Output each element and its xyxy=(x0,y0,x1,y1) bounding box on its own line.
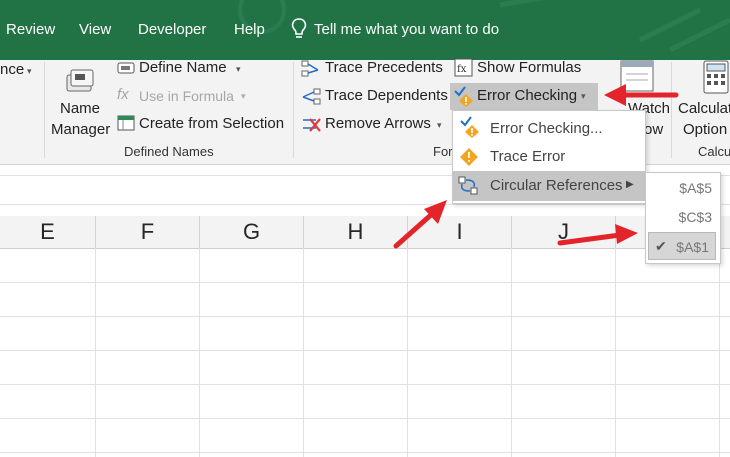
circular-reference-item[interactable]: $C$3 xyxy=(646,203,720,231)
grid-line xyxy=(0,418,730,419)
defined-names-group-label: Defined Names xyxy=(124,144,214,159)
grid-line xyxy=(0,316,730,317)
tag-icon xyxy=(117,61,135,75)
warning-icon xyxy=(459,147,479,167)
create-from-selection-button[interactable]: Create from Selection xyxy=(139,115,284,132)
name-manager-label-2: Manager xyxy=(51,121,111,138)
partial-group-button[interactable]: nce xyxy=(0,61,24,78)
column-header-i[interactable]: I xyxy=(408,216,512,248)
grid-line xyxy=(0,384,730,385)
menu-item-label: Error Checking... xyxy=(490,120,603,137)
grid-line xyxy=(0,282,730,283)
show-formulas-button[interactable]: Show Formulas xyxy=(477,59,581,76)
circular-reference-label: $C$3 xyxy=(678,209,712,225)
watch-window-label-2: ow xyxy=(644,121,664,138)
fx-icon: fx xyxy=(117,86,129,103)
menu-item-label: Circular References xyxy=(490,177,623,194)
checkmark-icon: ✔ xyxy=(655,238,667,254)
chevron-down-icon[interactable]: ▾ xyxy=(581,91,586,102)
column-header-row: E F G H I J xyxy=(0,216,730,249)
calculation-options-label-1: Calculat xyxy=(678,100,730,117)
name-manager-button[interactable]: Name Manager xyxy=(48,60,112,140)
trace-precedents-icon xyxy=(300,60,322,78)
define-name-button[interactable]: Define Name xyxy=(139,59,227,76)
grid-line xyxy=(615,248,616,457)
error-checking-menu: Error Checking... Trace Error Circular R… xyxy=(452,110,646,204)
column-header-g[interactable]: G xyxy=(200,216,304,248)
watch-window-icon xyxy=(620,60,654,92)
column-header-j[interactable]: J xyxy=(512,216,616,248)
grid-line xyxy=(407,248,408,457)
error-checking-icon xyxy=(459,115,481,139)
grid-line xyxy=(199,248,200,457)
menu-item-error-checking[interactable]: Error Checking... xyxy=(453,115,645,143)
grid-line xyxy=(719,248,720,457)
circular-references-submenu: $A$5 $C$3 ✔ $A$1 xyxy=(645,172,721,264)
chevron-down-icon: ▾ xyxy=(241,91,246,101)
tab-review[interactable]: Review xyxy=(6,21,55,38)
tab-developer[interactable]: Developer xyxy=(138,21,206,38)
circular-reference-item[interactable]: $A$5 xyxy=(646,174,720,202)
remove-arrows-icon xyxy=(300,114,322,134)
name-manager-icon xyxy=(66,69,94,92)
menu-item-label: Trace Error xyxy=(490,148,566,165)
grid-line xyxy=(0,350,730,351)
calculation-group-label: Calcu xyxy=(698,144,730,159)
trace-dependents-icon xyxy=(300,88,322,106)
trace-precedents-button[interactable]: Trace Precedents xyxy=(325,59,443,76)
calculator-icon xyxy=(703,60,729,94)
grid-line xyxy=(0,452,730,453)
chevron-down-icon: ▾ xyxy=(236,64,241,74)
svg-text:fx: fx xyxy=(457,64,467,75)
grid-line xyxy=(95,248,96,457)
group-separator xyxy=(44,62,45,158)
use-in-formula-button[interactable]: Use in Formula xyxy=(139,88,234,104)
tab-help[interactable]: Help xyxy=(234,21,265,38)
circular-reference-label: $A$1 xyxy=(676,239,709,255)
group-separator xyxy=(293,62,294,158)
calculation-options-label-2: Option xyxy=(683,121,728,138)
worksheet-grid[interactable] xyxy=(0,248,730,457)
trace-dependents-button[interactable]: Trace Dependents xyxy=(325,87,448,104)
error-checking-label: Error Checking xyxy=(477,87,578,104)
name-manager-label-1: Name xyxy=(60,100,101,117)
chevron-down-icon: ▾ xyxy=(27,66,32,76)
menu-item-circular-references[interactable]: Circular References ▶ xyxy=(453,171,645,201)
grid-line xyxy=(303,248,304,457)
circular-reference-label: $A$5 xyxy=(679,180,712,196)
error-checking-icon xyxy=(453,85,475,107)
menu-item-trace-error[interactable]: Trace Error xyxy=(453,143,645,171)
ribbon-tab-bar: Review View Developer Help Tell me what … xyxy=(0,0,730,60)
circular-references-icon xyxy=(458,176,480,196)
circular-reference-item-checked[interactable]: ✔ $A$1 xyxy=(648,232,716,260)
error-checking-split-button[interactable]: Error Checking ▾ xyxy=(450,83,598,110)
tab-view[interactable]: View xyxy=(79,21,111,38)
remove-arrows-button[interactable]: Remove Arrows xyxy=(325,115,431,132)
formula-auditing-group-label: For xyxy=(433,144,453,159)
column-header-e[interactable]: E xyxy=(0,216,96,248)
grid-line xyxy=(511,248,512,457)
tell-me-box[interactable]: Tell me what you want to do xyxy=(314,21,499,38)
lightbulb-icon xyxy=(290,17,308,39)
chevron-right-icon: ▶ xyxy=(626,179,634,190)
group-separator xyxy=(671,62,672,158)
calculation-options-button[interactable]: Calculat Option xyxy=(676,60,730,140)
create-from-selection-icon xyxy=(117,115,135,131)
show-formulas-icon: fx xyxy=(454,58,474,78)
chevron-down-icon: ▾ xyxy=(437,120,442,130)
column-header-h[interactable]: H xyxy=(304,216,408,248)
column-header-f[interactable]: F xyxy=(96,216,200,248)
